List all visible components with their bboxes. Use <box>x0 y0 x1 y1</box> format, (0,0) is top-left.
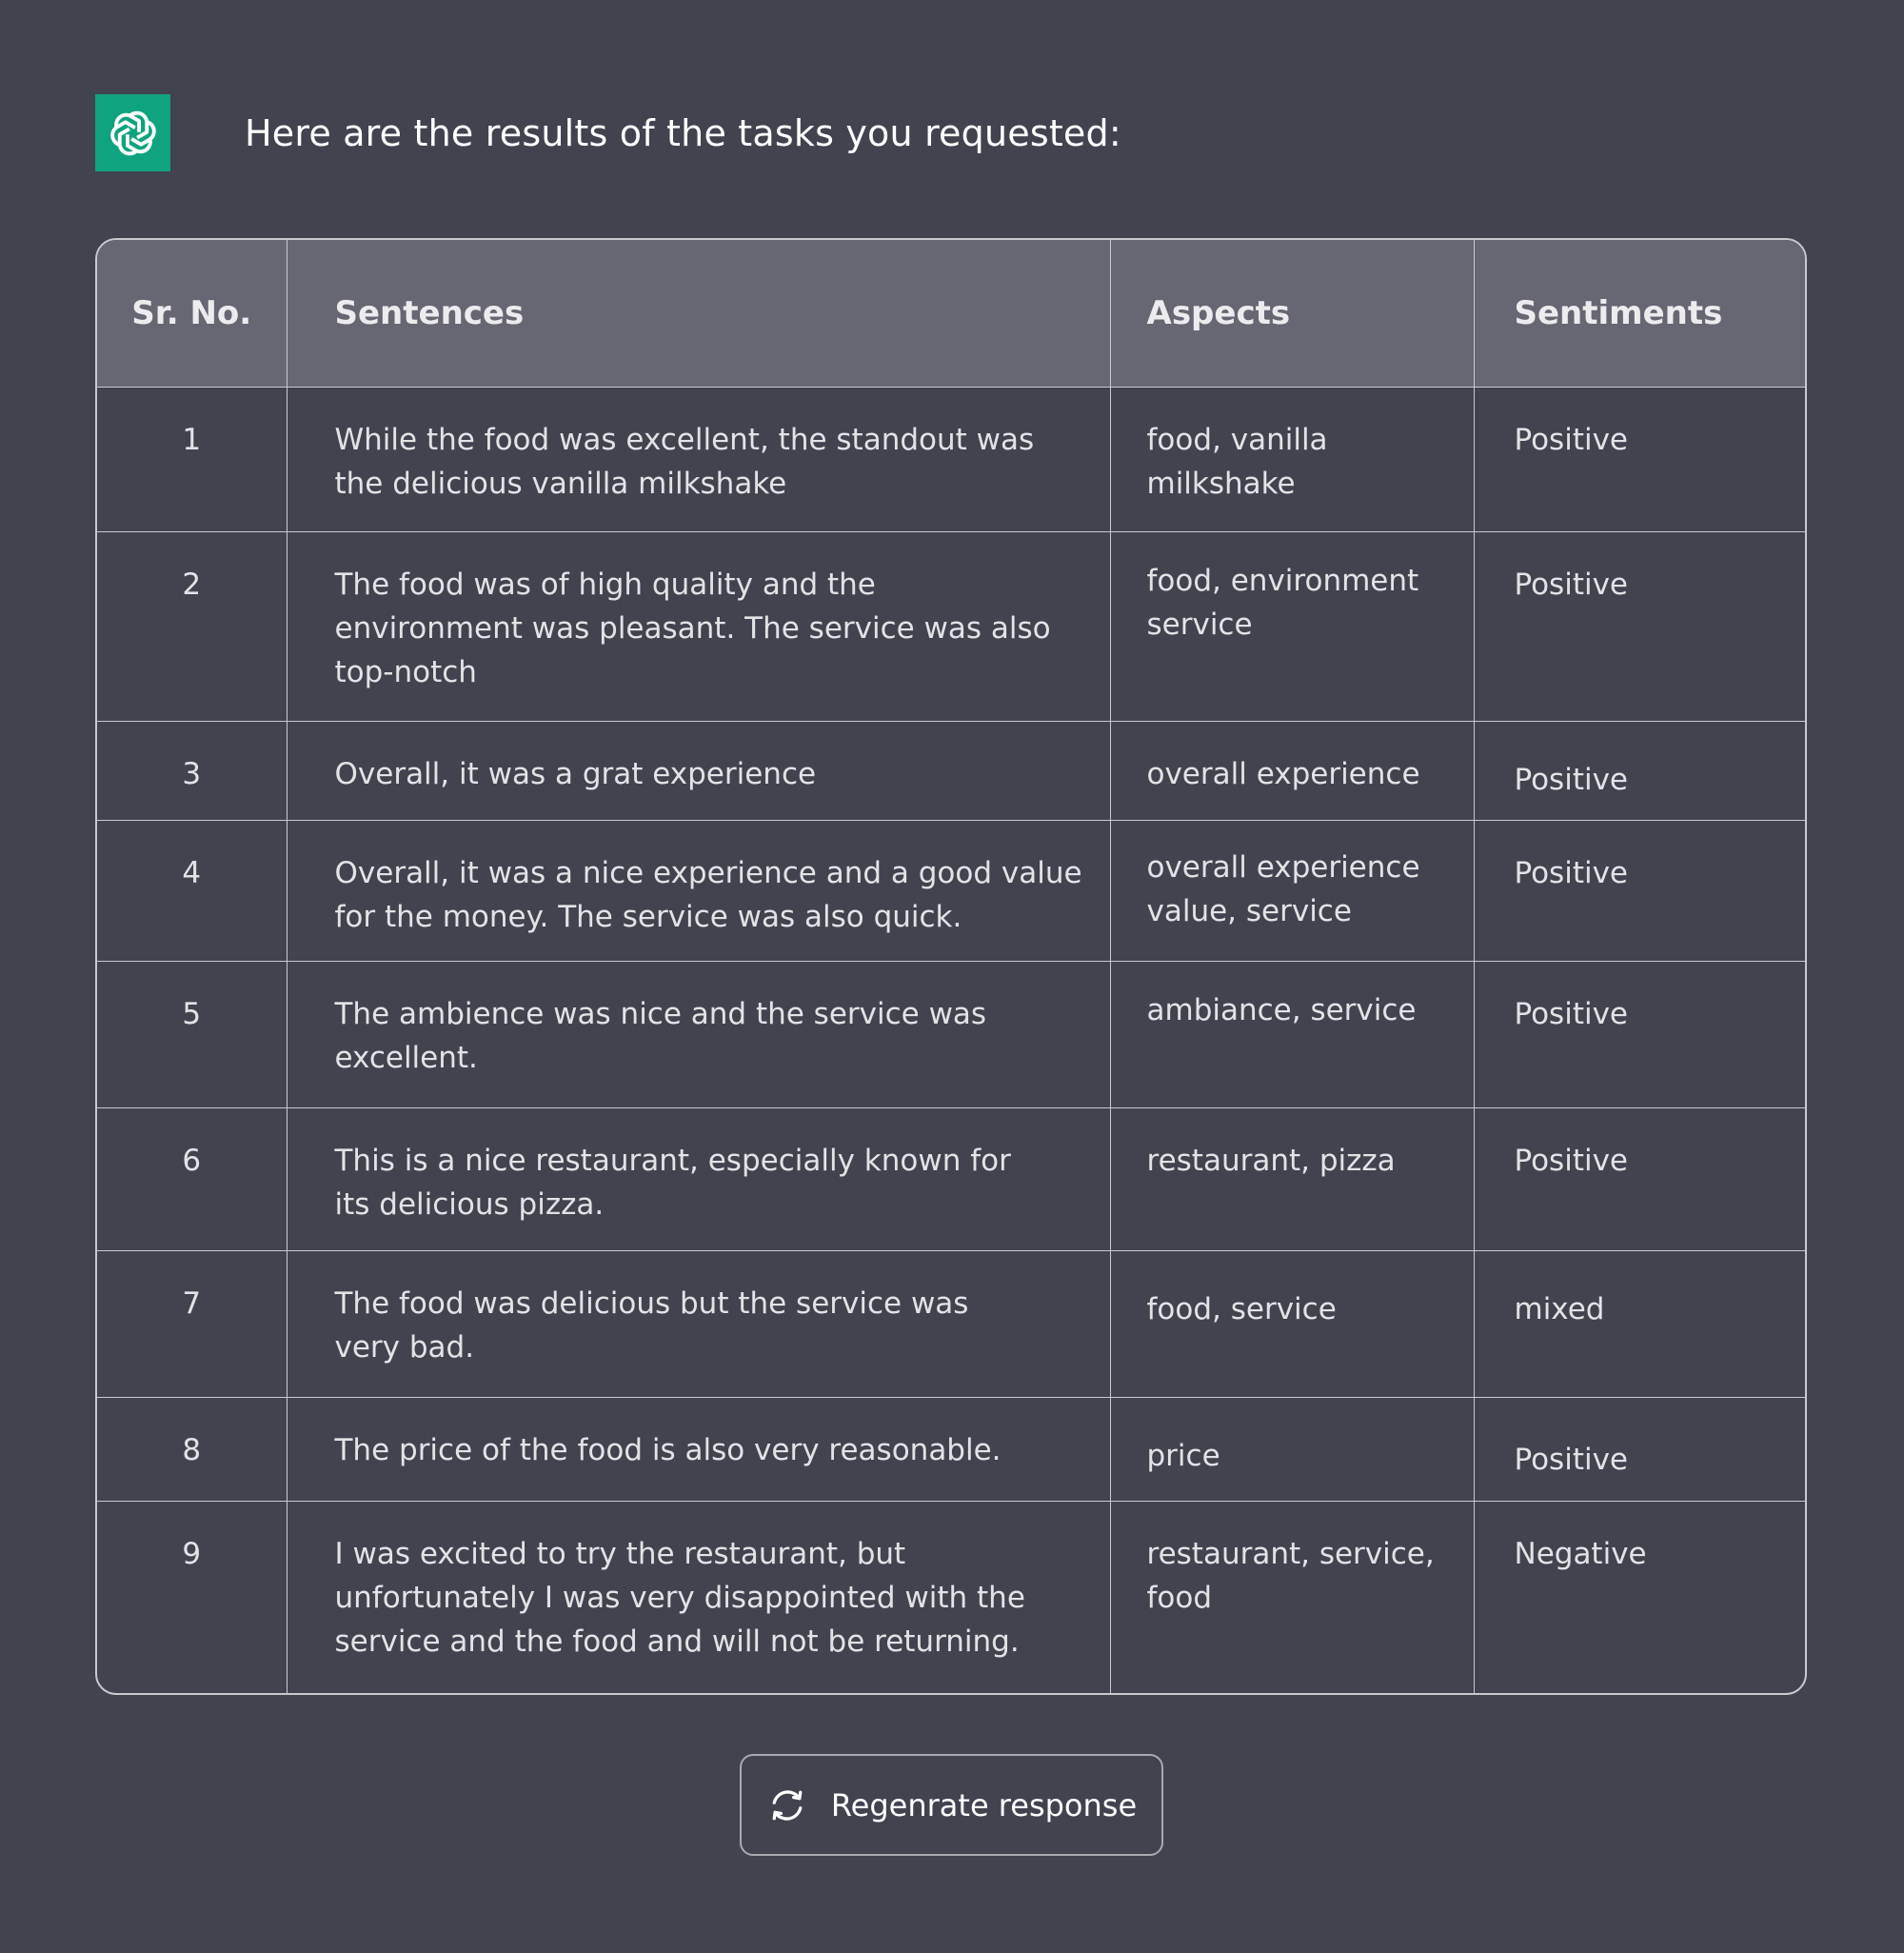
row-number: 4 <box>97 819 288 962</box>
aspects-cell: overall experience value, service <box>1109 819 1475 962</box>
aspects-cell: price <box>1109 1396 1475 1502</box>
results-table: Sr. No. Sentences Aspects Sentiments 1 W… <box>95 238 1807 1695</box>
response-title: Here are the results of the tasks you re… <box>245 111 1121 154</box>
row-number: 7 <box>97 1249 288 1398</box>
row-number: 6 <box>97 1106 288 1251</box>
aspects-cell: overall experience <box>1109 720 1475 821</box>
table-row: 8 The price of the food is also very rea… <box>97 1396 1805 1502</box>
sentiment-cell: Positive <box>1473 819 1805 962</box>
regenerate-button-label: Regenrate response <box>830 1786 1138 1823</box>
row-number: 9 <box>97 1500 288 1693</box>
column-header-sentences: Sentences <box>286 240 1111 388</box>
table-row: 4 Overall, it was a nice experience and … <box>97 819 1805 962</box>
refresh-icon <box>772 1789 803 1821</box>
column-header-sr-no: Sr. No. <box>97 240 288 388</box>
sentence-cell: Overall, it was a grat experience <box>286 720 1111 821</box>
row-number: 1 <box>97 386 288 532</box>
table-row: 6 This is a nice restaurant, especially … <box>97 1106 1805 1251</box>
sentiment-cell: mixed <box>1473 1249 1805 1398</box>
column-header-aspects: Aspects <box>1109 240 1475 388</box>
aspects-cell: restaurant, pizza <box>1109 1106 1475 1251</box>
sentence-cell: This is a nice restaurant, especially kn… <box>286 1106 1111 1251</box>
table-row: 5 The ambience was nice and the service … <box>97 960 1805 1108</box>
sentence-cell: The ambience was nice and the service wa… <box>286 960 1111 1108</box>
table-row: 7 The food was delicious but the service… <box>97 1249 1805 1398</box>
row-number: 3 <box>97 720 288 821</box>
assistant-avatar <box>95 94 170 171</box>
aspects-cell: food, vanilla milkshake <box>1109 386 1475 532</box>
regenerate-response-button[interactable]: Regenrate response <box>740 1754 1163 1856</box>
row-number: 2 <box>97 530 288 722</box>
aspects-cell: ambiance, service <box>1109 960 1475 1108</box>
sentence-cell: The price of the food is also very reaso… <box>286 1396 1111 1502</box>
table-row: 1 While the food was excellent, the stan… <box>97 386 1805 532</box>
aspects-cell: food, service <box>1109 1249 1475 1398</box>
sentiment-cell: Positive <box>1473 386 1805 532</box>
sentiment-cell: Positive <box>1473 960 1805 1108</box>
row-number: 8 <box>97 1396 288 1502</box>
openai-logo-icon <box>109 110 156 155</box>
aspects-cell: food, environment service <box>1109 530 1475 722</box>
aspects-cell: restaurant, service, food <box>1109 1500 1475 1693</box>
sentence-cell: The food was delicious but the service w… <box>286 1249 1111 1398</box>
table-row: 2 The food was of high quality and the e… <box>97 530 1805 722</box>
sentiment-cell: Positive <box>1473 1106 1805 1251</box>
sentence-cell: The food was of high quality and the env… <box>286 530 1111 722</box>
sentence-cell: I was excited to try the restaurant, but… <box>286 1500 1111 1693</box>
table-header-row: Sr. No. Sentences Aspects Sentiments <box>97 240 1805 388</box>
response-header: Here are the results of the tasks you re… <box>95 94 1121 171</box>
sentiment-cell: Negative <box>1473 1500 1805 1693</box>
table-row: 3 Overall, it was a grat experience over… <box>97 720 1805 821</box>
sentence-cell: While the food was excellent, the stando… <box>286 386 1111 532</box>
table-row: 9 I was excited to try the restaurant, b… <box>97 1500 1805 1693</box>
sentiment-cell: Positive <box>1473 1396 1805 1502</box>
sentiment-cell: Positive <box>1473 720 1805 821</box>
column-header-sentiments: Sentiments <box>1473 240 1805 388</box>
sentiment-cell: Positive <box>1473 530 1805 722</box>
sentence-cell: Overall, it was a nice experience and a … <box>286 819 1111 962</box>
row-number: 5 <box>97 960 288 1108</box>
